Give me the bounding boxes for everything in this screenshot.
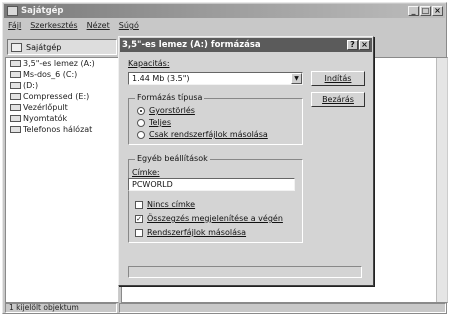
- radio-icon: [137, 130, 145, 139]
- radio-label: Gyorstörlés: [149, 106, 195, 115]
- checkmark-icon: ✓: [135, 214, 143, 223]
- menu-view[interactable]: Nézet: [87, 21, 110, 33]
- tree-item-c-drive[interactable]: Ms-dos_6 (C:): [6, 69, 118, 80]
- close-dialog-button[interactable]: Bezárás: [311, 92, 365, 107]
- tree-item-d-drive[interactable]: (D:): [6, 80, 118, 91]
- start-button-label: Indítás: [324, 74, 352, 83]
- radio-full-format[interactable]: Teljes: [137, 118, 171, 127]
- capacity-label: Kapacitás:: [128, 59, 170, 68]
- computer-icon: [7, 6, 18, 16]
- minimize-button[interactable]: _: [408, 6, 419, 16]
- tree-item-label: Nyomtatók: [23, 114, 68, 123]
- radio-quick-format[interactable]: Gyorstörlés: [137, 106, 195, 115]
- menu-help[interactable]: Súgó: [119, 21, 139, 33]
- capacity-value: 1.44 Mb (3.5"): [132, 74, 190, 83]
- checkbox-label: Nincs címke: [147, 200, 196, 209]
- window-controls: _ □ ×: [408, 6, 443, 16]
- printer-icon: [10, 115, 21, 122]
- tree-item-e-drive[interactable]: Compressed (E:): [6, 91, 118, 102]
- checkbox-show-summary[interactable]: ✓ Összegzés megjelenítése a végén: [135, 214, 283, 223]
- hard-disk-icon: [10, 71, 21, 78]
- control-panel-icon: [10, 104, 21, 111]
- status-text: 1 kijelölt objektum: [5, 303, 117, 313]
- menu-edit[interactable]: Szerkesztés: [30, 21, 77, 33]
- network-icon: [10, 126, 21, 133]
- tree-item-printers[interactable]: Nyomtatók: [6, 113, 118, 124]
- checkbox-label: Rendszerfájlok másolása: [147, 228, 247, 237]
- dialog-close-button[interactable]: ×: [359, 40, 370, 50]
- checkbox-icon: [135, 228, 143, 237]
- cd-drive-icon: [10, 82, 21, 89]
- other-settings-legend: Egyéb beállítások: [135, 154, 210, 163]
- tree-item-label: Telefonos hálózat: [23, 125, 93, 134]
- tree-item-label: 3,5"-es lemez (A:): [23, 59, 95, 68]
- address-label: Sajátgép: [26, 42, 62, 52]
- format-progress-bar: [128, 266, 362, 278]
- help-button[interactable]: ?: [347, 40, 358, 50]
- vertical-scrollbar[interactable]: [436, 58, 447, 302]
- tree-item-dialup[interactable]: Telefonos hálózat: [6, 124, 118, 135]
- checkbox-copy-system-files[interactable]: Rendszerfájlok másolása: [135, 228, 246, 237]
- tree-item-floppy[interactable]: 3,5"-es lemez (A:): [6, 58, 118, 69]
- radio-label: Teljes: [149, 118, 171, 127]
- capacity-select[interactable]: 1.44 Mb (3.5") ▼: [128, 72, 303, 85]
- tree-item-control-panel[interactable]: Vezérlőpult: [6, 102, 118, 113]
- tree-item-label: Vezérlőpult: [23, 103, 68, 112]
- radio-selected-icon: [137, 106, 145, 115]
- format-dialog: 3,5"-es lemez (A:) formázása ? × Kapacit…: [118, 36, 374, 286]
- menu-file[interactable]: Fájl: [8, 21, 21, 33]
- floppy-icon: [10, 60, 21, 67]
- dialog-title: 3,5"-es lemez (A:) formázása: [122, 40, 261, 50]
- tree-item-label: Compressed (E:): [23, 92, 90, 101]
- folder-tree: 3,5"-es lemez (A:) Ms-dos_6 (C:) (D:) Co…: [5, 57, 119, 303]
- checkbox-no-label[interactable]: Nincs címke: [135, 200, 195, 209]
- menu-bar: Fájl Szerkesztés Nézet Súgó: [8, 21, 139, 33]
- status-panel: [119, 303, 446, 313]
- maximize-button[interactable]: □: [420, 6, 431, 16]
- label-field-label: Címke:: [132, 168, 160, 177]
- chevron-down-icon[interactable]: ▼: [291, 73, 302, 84]
- tree-item-label: (D:): [23, 81, 39, 90]
- close-button[interactable]: ×: [432, 6, 443, 16]
- checkbox-icon: [135, 200, 143, 209]
- volume-label-input[interactable]: PCWORLD: [128, 178, 295, 191]
- format-type-legend: Formázás típusa: [135, 93, 205, 102]
- radio-label: Csak rendszerfájlok másolása: [149, 130, 268, 139]
- hard-disk-icon: [10, 93, 21, 100]
- tree-item-label: Ms-dos_6 (C:): [23, 70, 78, 79]
- dialog-title-bar[interactable]: 3,5"-es lemez (A:) formázása ? ×: [120, 38, 372, 52]
- radio-system-files-only[interactable]: Csak rendszerfájlok másolása: [137, 130, 268, 139]
- start-button[interactable]: Indítás: [311, 71, 365, 86]
- close-button-label: Bezárás: [322, 95, 354, 104]
- title-bar[interactable]: Sajátgép _ □ ×: [4, 4, 445, 18]
- checkbox-label: Összegzés megjelenítése a végén: [147, 214, 283, 223]
- dialog-controls: ? ×: [347, 40, 370, 50]
- status-bar: 1 kijelölt objektum: [5, 303, 446, 313]
- address-bar[interactable]: Sajátgép: [7, 39, 117, 55]
- window-title: Sajátgép: [21, 6, 64, 16]
- computer-icon: [11, 42, 22, 52]
- radio-icon: [137, 118, 145, 127]
